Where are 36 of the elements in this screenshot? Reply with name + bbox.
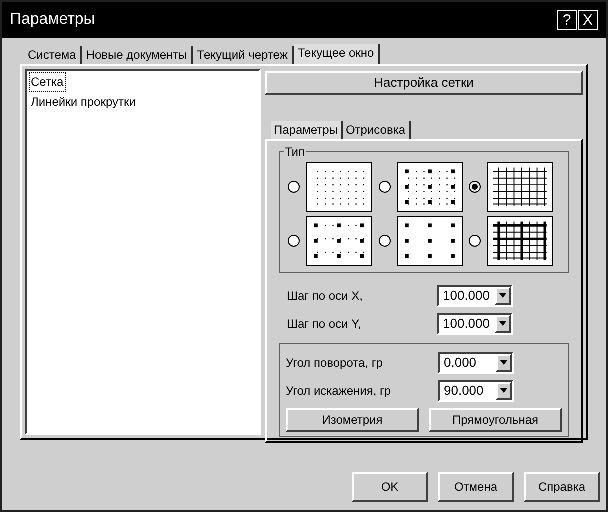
value-combo[interactable]: 100.000 — [437, 284, 513, 306]
radio-button[interactable] — [469, 234, 482, 246]
radio-button[interactable] — [288, 234, 300, 246]
grid-preview-icon — [306, 216, 372, 266]
field-label: Шаг по оси Y, — [287, 316, 362, 332]
dialog-button[interactable]: OK — [352, 472, 428, 502]
field-label: Шаг по оси X, — [287, 288, 364, 304]
radio-button[interactable] — [469, 180, 482, 192]
close-button[interactable]: X — [578, 10, 598, 30]
tab[interactable]: Текущее окно — [294, 44, 380, 64]
tab[interactable]: Отрисовка — [342, 120, 411, 138]
field-label: Угол искажения, гр — [286, 382, 392, 400]
value-combo[interactable]: 90.000 — [438, 380, 514, 402]
mode-button[interactable]: Изометрия — [286, 408, 419, 432]
value-combo[interactable]: 100.000 — [437, 312, 513, 334]
help-button[interactable]: ? — [557, 10, 577, 30]
mode-button[interactable]: Прямоугольная — [429, 408, 562, 432]
field-label: Угол поворота, гр — [286, 354, 384, 372]
grid-preview-icon — [487, 216, 554, 266]
tab[interactable]: Параметры — [271, 120, 343, 138]
grid-preview-icon — [306, 162, 372, 212]
dialog-button[interactable]: Отмена — [438, 472, 514, 502]
tab[interactable]: Система — [24, 46, 82, 64]
radio-button[interactable] — [378, 234, 391, 246]
grid-preview-icon — [487, 162, 554, 212]
tree-item[interactable]: Сетка — [29, 72, 66, 92]
radio-button[interactable] — [288, 180, 300, 192]
grid-preview-icon — [396, 162, 463, 212]
tab[interactable]: Новые документы — [82, 46, 194, 64]
value-combo[interactable]: 0.000 — [438, 352, 514, 374]
radio-button[interactable] — [378, 180, 391, 192]
grid-preview-icon — [396, 216, 463, 266]
window-title: Параметры — [10, 10, 96, 30]
panel-header: Настройка сетки — [265, 71, 583, 94]
dialog-button[interactable]: Справка — [524, 472, 600, 502]
tree-item[interactable]: Линейки прокрутки — [29, 92, 138, 112]
